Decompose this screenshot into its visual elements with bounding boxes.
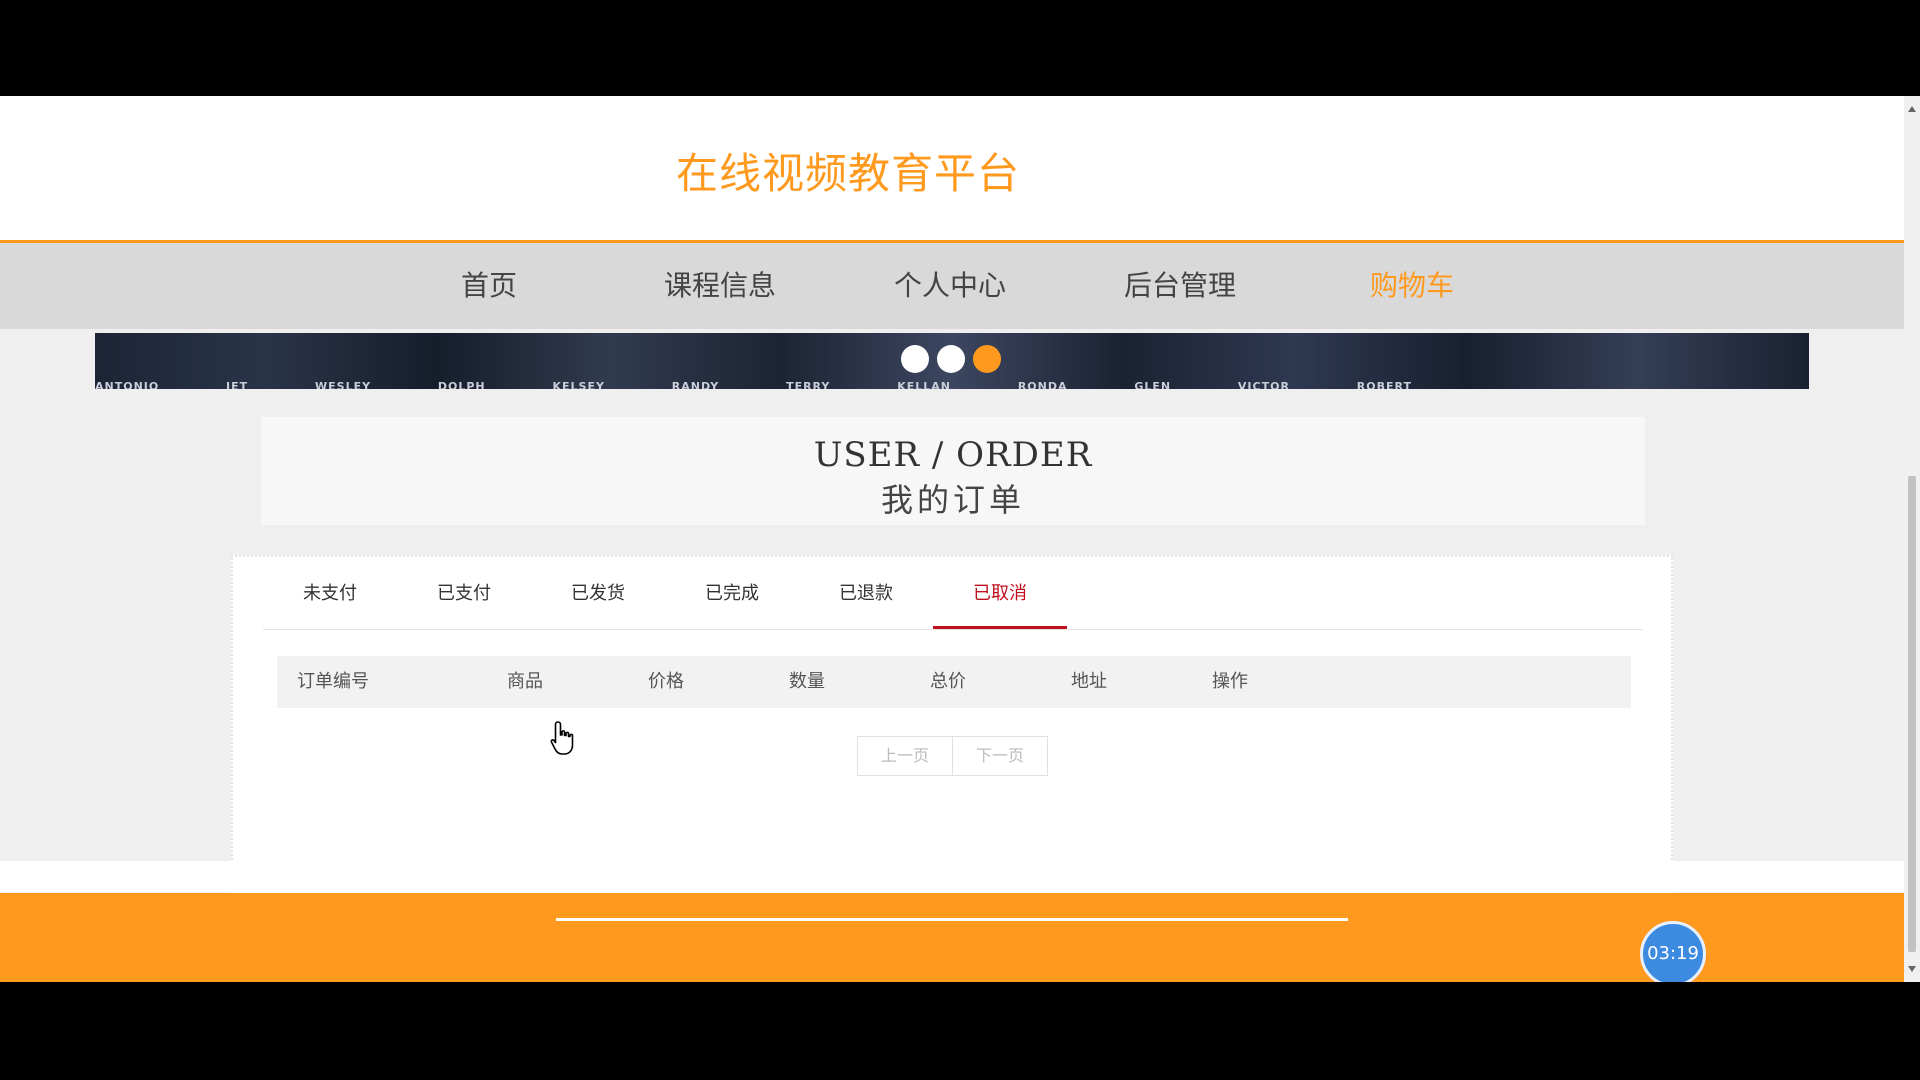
column-header-price: 价格 [648,671,684,692]
tab-paid[interactable]: 已支付 [397,557,531,629]
column-header-product: 商品 [507,671,543,692]
column-header-order-number: 订单编号 [297,671,369,692]
footer-spacer [0,861,1904,892]
order-status-tabs: 未支付 已支付 已发货 已完成 已退款 已取消 [263,557,1643,630]
tab-refunded[interactable]: 已退款 [799,557,933,629]
column-header-address: 地址 [1071,671,1107,692]
site-footer [0,893,1904,982]
hand-pointer-icon [550,721,574,755]
prev-page-button[interactable]: 上一页 [857,736,953,776]
main-nav: 首页 课程信息 个人中心 后台管理 购物车 [0,243,1904,329]
column-header-actions: 操作 [1212,671,1248,692]
pagination: 上一页 下一页 [857,736,1048,776]
carousel-dot-1[interactable] [901,345,929,373]
tab-cancelled[interactable]: 已取消 [933,557,1067,629]
banner-image-caption: ANTONIO JET WESLEY DOLPH KELSEY RANDY TE… [95,380,1412,389]
site-header: 在线视频教育平台 [0,96,1904,243]
tab-completed[interactable]: 已完成 [665,557,799,629]
nav-item-personal-center[interactable]: 个人中心 [894,243,1006,329]
footer-divider [556,918,1348,921]
timer-badge[interactable]: 03:19 [1640,921,1706,982]
page-title-box: USER / ORDER 我的订单 [261,417,1645,525]
site-title[interactable]: 在线视频教育平台 [676,140,1020,201]
tab-shipped[interactable]: 已发货 [531,557,665,629]
page-title-cn: 我的订单 [880,481,1025,519]
tab-unpaid[interactable]: 未支付 [263,557,397,629]
column-header-quantity: 数量 [789,671,825,692]
scroll-up-arrow-icon[interactable] [1908,106,1916,112]
carousel-dots [901,345,1009,373]
page-title-en: USER / ORDER [813,435,1093,475]
nav-item-cart[interactable]: 购物车 [1370,243,1454,329]
nav-item-course-info[interactable]: 课程信息 [664,243,776,329]
nav-item-home[interactable]: 首页 [461,243,517,329]
carousel-dot-3[interactable] [973,345,1001,373]
browser-viewport: 在线视频教育平台 首页 课程信息 个人中心 后台管理 购物车 ANTONIO J… [0,96,1920,982]
next-page-button[interactable]: 下一页 [953,736,1048,776]
scroll-down-arrow-icon[interactable] [1908,966,1916,972]
column-header-total: 总价 [930,671,966,692]
nav-item-admin[interactable]: 后台管理 [1124,243,1236,329]
orders-table-header: 订单编号 商品 价格 数量 总价 地址 操作 [277,656,1631,708]
carousel-dot-2[interactable] [937,345,965,373]
banner-carousel[interactable]: ANTONIO JET WESLEY DOLPH KELSEY RANDY TE… [95,333,1809,389]
scroll-thumb[interactable] [1908,476,1916,952]
vertical-scrollbar[interactable] [1904,96,1920,982]
